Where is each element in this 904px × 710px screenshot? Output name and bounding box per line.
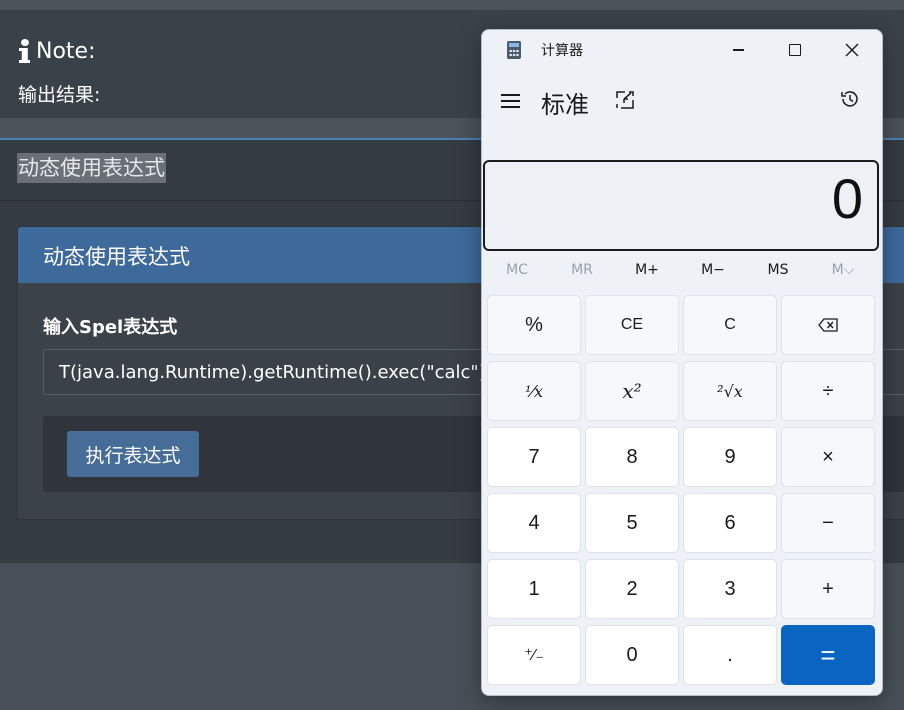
close-icon xyxy=(845,43,859,57)
maximize-button[interactable] xyxy=(772,34,818,66)
equals-key[interactable]: = xyxy=(781,625,875,685)
calculator-window[interactable]: 计算器 标准 0 MC MR M+ M− MS M⌵ % CE C ⅟x x² … xyxy=(481,29,883,696)
backspace-key[interactable] xyxy=(781,295,875,355)
digit-1-key[interactable]: 1 xyxy=(487,559,581,619)
digit-2-key[interactable]: 2 xyxy=(585,559,679,619)
digit-9-key[interactable]: 9 xyxy=(683,427,777,487)
output-result-label: 输出结果: xyxy=(18,84,101,106)
memory-add-button[interactable]: M+ xyxy=(614,262,680,278)
section-title: 动态使用表达式 xyxy=(17,153,166,183)
memory-store-button[interactable]: MS xyxy=(745,262,811,278)
percent-key[interactable]: % xyxy=(487,295,581,355)
memory-subtract-button[interactable]: M− xyxy=(680,262,746,278)
calculator-display: 0 xyxy=(483,160,879,251)
square-root-key[interactable]: ²√x xyxy=(683,361,777,421)
card-title: 动态使用表达式 xyxy=(43,245,190,269)
digit-4-key[interactable]: 4 xyxy=(487,493,581,553)
minimize-button[interactable] xyxy=(715,34,761,66)
decimal-key[interactable]: . xyxy=(683,625,777,685)
memory-recall-button[interactable]: MR xyxy=(549,262,615,278)
hamburger-menu-icon[interactable] xyxy=(501,92,521,108)
maximize-icon xyxy=(789,44,801,56)
digit-0-key[interactable]: 0 xyxy=(585,625,679,685)
clear-entry-key[interactable]: CE xyxy=(585,295,679,355)
digit-6-key[interactable]: 6 xyxy=(683,493,777,553)
keep-on-top-icon[interactable] xyxy=(615,90,635,110)
memory-row: MC MR M+ M− MS M⌵ xyxy=(482,258,882,286)
display-value: 0 xyxy=(831,167,863,230)
minimize-icon xyxy=(732,49,744,51)
subtract-key[interactable]: − xyxy=(781,493,875,553)
square-key[interactable]: x² xyxy=(585,361,679,421)
digit-5-key[interactable]: 5 xyxy=(585,493,679,553)
calculator-titlebar[interactable]: 计算器 xyxy=(482,30,882,70)
backspace-icon xyxy=(818,318,838,332)
clear-key[interactable]: C xyxy=(683,295,777,355)
execute-expression-button[interactable]: 执行表达式 xyxy=(67,431,199,477)
calculator-window-title: 计算器 xyxy=(541,43,583,59)
digit-8-key[interactable]: 8 xyxy=(585,427,679,487)
calculator-mode-title: 标准 xyxy=(541,91,589,119)
spel-field-label: 输入Spel表达式 xyxy=(43,317,178,338)
memory-clear-button[interactable]: MC xyxy=(484,262,550,278)
multiply-key[interactable]: × xyxy=(781,427,875,487)
history-icon[interactable] xyxy=(839,88,861,110)
digit-7-key[interactable]: 7 xyxy=(487,427,581,487)
note-title-text: Note: xyxy=(36,38,96,64)
add-key[interactable]: + xyxy=(781,559,875,619)
negate-key[interactable]: ⁺∕₋ xyxy=(487,625,581,685)
divide-key[interactable]: ÷ xyxy=(781,361,875,421)
close-button[interactable] xyxy=(829,34,875,66)
calculator-app-icon xyxy=(507,41,521,59)
digit-3-key[interactable]: 3 xyxy=(683,559,777,619)
top-band xyxy=(0,0,904,10)
reciprocal-key[interactable]: ⅟x xyxy=(487,361,581,421)
memory-list-button[interactable]: M⌵ xyxy=(810,262,876,278)
note-title: Note: xyxy=(18,38,96,64)
info-icon xyxy=(18,38,32,64)
